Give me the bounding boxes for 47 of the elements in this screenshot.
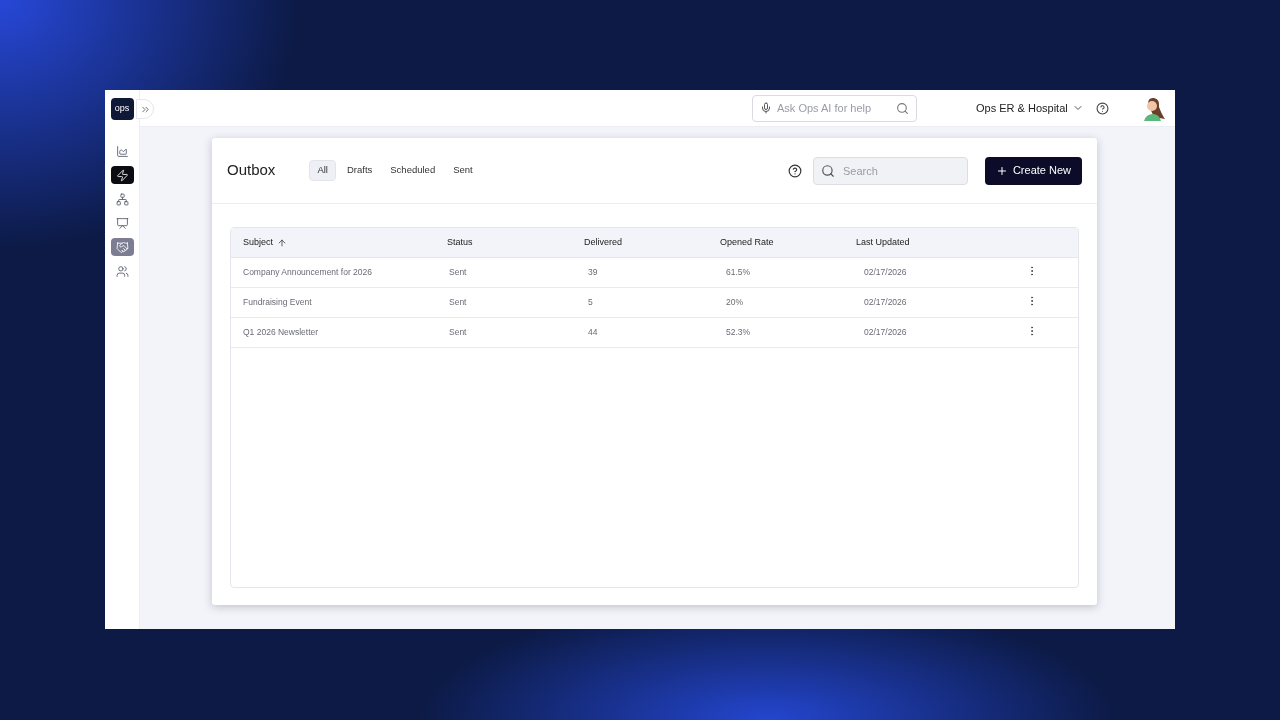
- column-header[interactable]: Last Updated: [856, 235, 910, 250]
- table-cell-text: Sent: [449, 326, 468, 339]
- table-cell-text: 52.3%: [726, 326, 752, 339]
- sidebar-item[interactable]: [110, 166, 134, 184]
- search-icon: [896, 101, 909, 115]
- table-cell-text: 39: [588, 266, 599, 279]
- table-row[interactable]: Company Announcement for 2026 Sent 39 61.5% 02/17/2026: [231, 258, 1078, 288]
- table-cell-text: Fundraising Event: [243, 296, 313, 309]
- microphone-icon: [760, 101, 772, 114]
- search-field[interactable]: Search: [812, 156, 968, 185]
- table-cell-text: 61.5%: [726, 266, 752, 279]
- plus-icon: [995, 164, 1008, 177]
- lightning-icon: [115, 168, 129, 182]
- column-header[interactable]: Status: [447, 235, 473, 250]
- table-cell-text: 20%: [726, 296, 744, 309]
- table-cell-text: 02/17/2026: [864, 326, 908, 339]
- chart-icon: [115, 144, 129, 158]
- handshake-icon: [115, 240, 129, 254]
- organization-dropdown[interactable]: Ops ER & Hospital: [976, 99, 1084, 117]
- column-header[interactable]: Delivered: [584, 235, 623, 250]
- table-cell-text: 44: [588, 326, 599, 339]
- table-cell-text: Sent: [449, 296, 468, 309]
- logo[interactable]: ops: [110, 98, 134, 120]
- create-new-button[interactable]: Create New: [984, 156, 1082, 185]
- table-row[interactable]: Fundraising Event Sent 5 20% 02/17/2026: [231, 288, 1078, 318]
- filter-tab[interactable]: Drafts: [339, 160, 380, 181]
- hierarchy-icon: [115, 192, 129, 206]
- help-icon[interactable]: [787, 163, 802, 178]
- column-header[interactable]: Opened Rate: [720, 235, 774, 250]
- ask-ai-field[interactable]: Ask Ops AI for help: [752, 94, 917, 122]
- sort-icon[interactable]: [277, 237, 288, 248]
- table-row[interactable]: Q1 2026 Newsletter Sent 44 52.3% 02/17/2026: [231, 318, 1078, 348]
- table-cell-text: Company Announcement for 2026: [243, 266, 373, 279]
- search-icon: [820, 163, 835, 178]
- table-cell-text: 5: [588, 296, 594, 309]
- column-header[interactable]: Subject: [243, 235, 274, 250]
- filter-tab[interactable]: Sent: [446, 160, 480, 181]
- users-icon: [115, 264, 129, 278]
- table-cell-text: Q1 2026 Newsletter: [243, 326, 320, 339]
- table-cell-text: 02/17/2026: [864, 296, 908, 309]
- table-cell-text: Sent: [449, 266, 468, 279]
- filter-tab[interactable]: Scheduled: [383, 160, 443, 181]
- filter-tab[interactable]: All: [309, 160, 336, 181]
- help-icon[interactable]: [1095, 101, 1109, 115]
- page-title: Outbox: [227, 160, 276, 181]
- presenter-icon: [115, 216, 129, 230]
- table-cell-text: 02/17/2026: [864, 266, 908, 279]
